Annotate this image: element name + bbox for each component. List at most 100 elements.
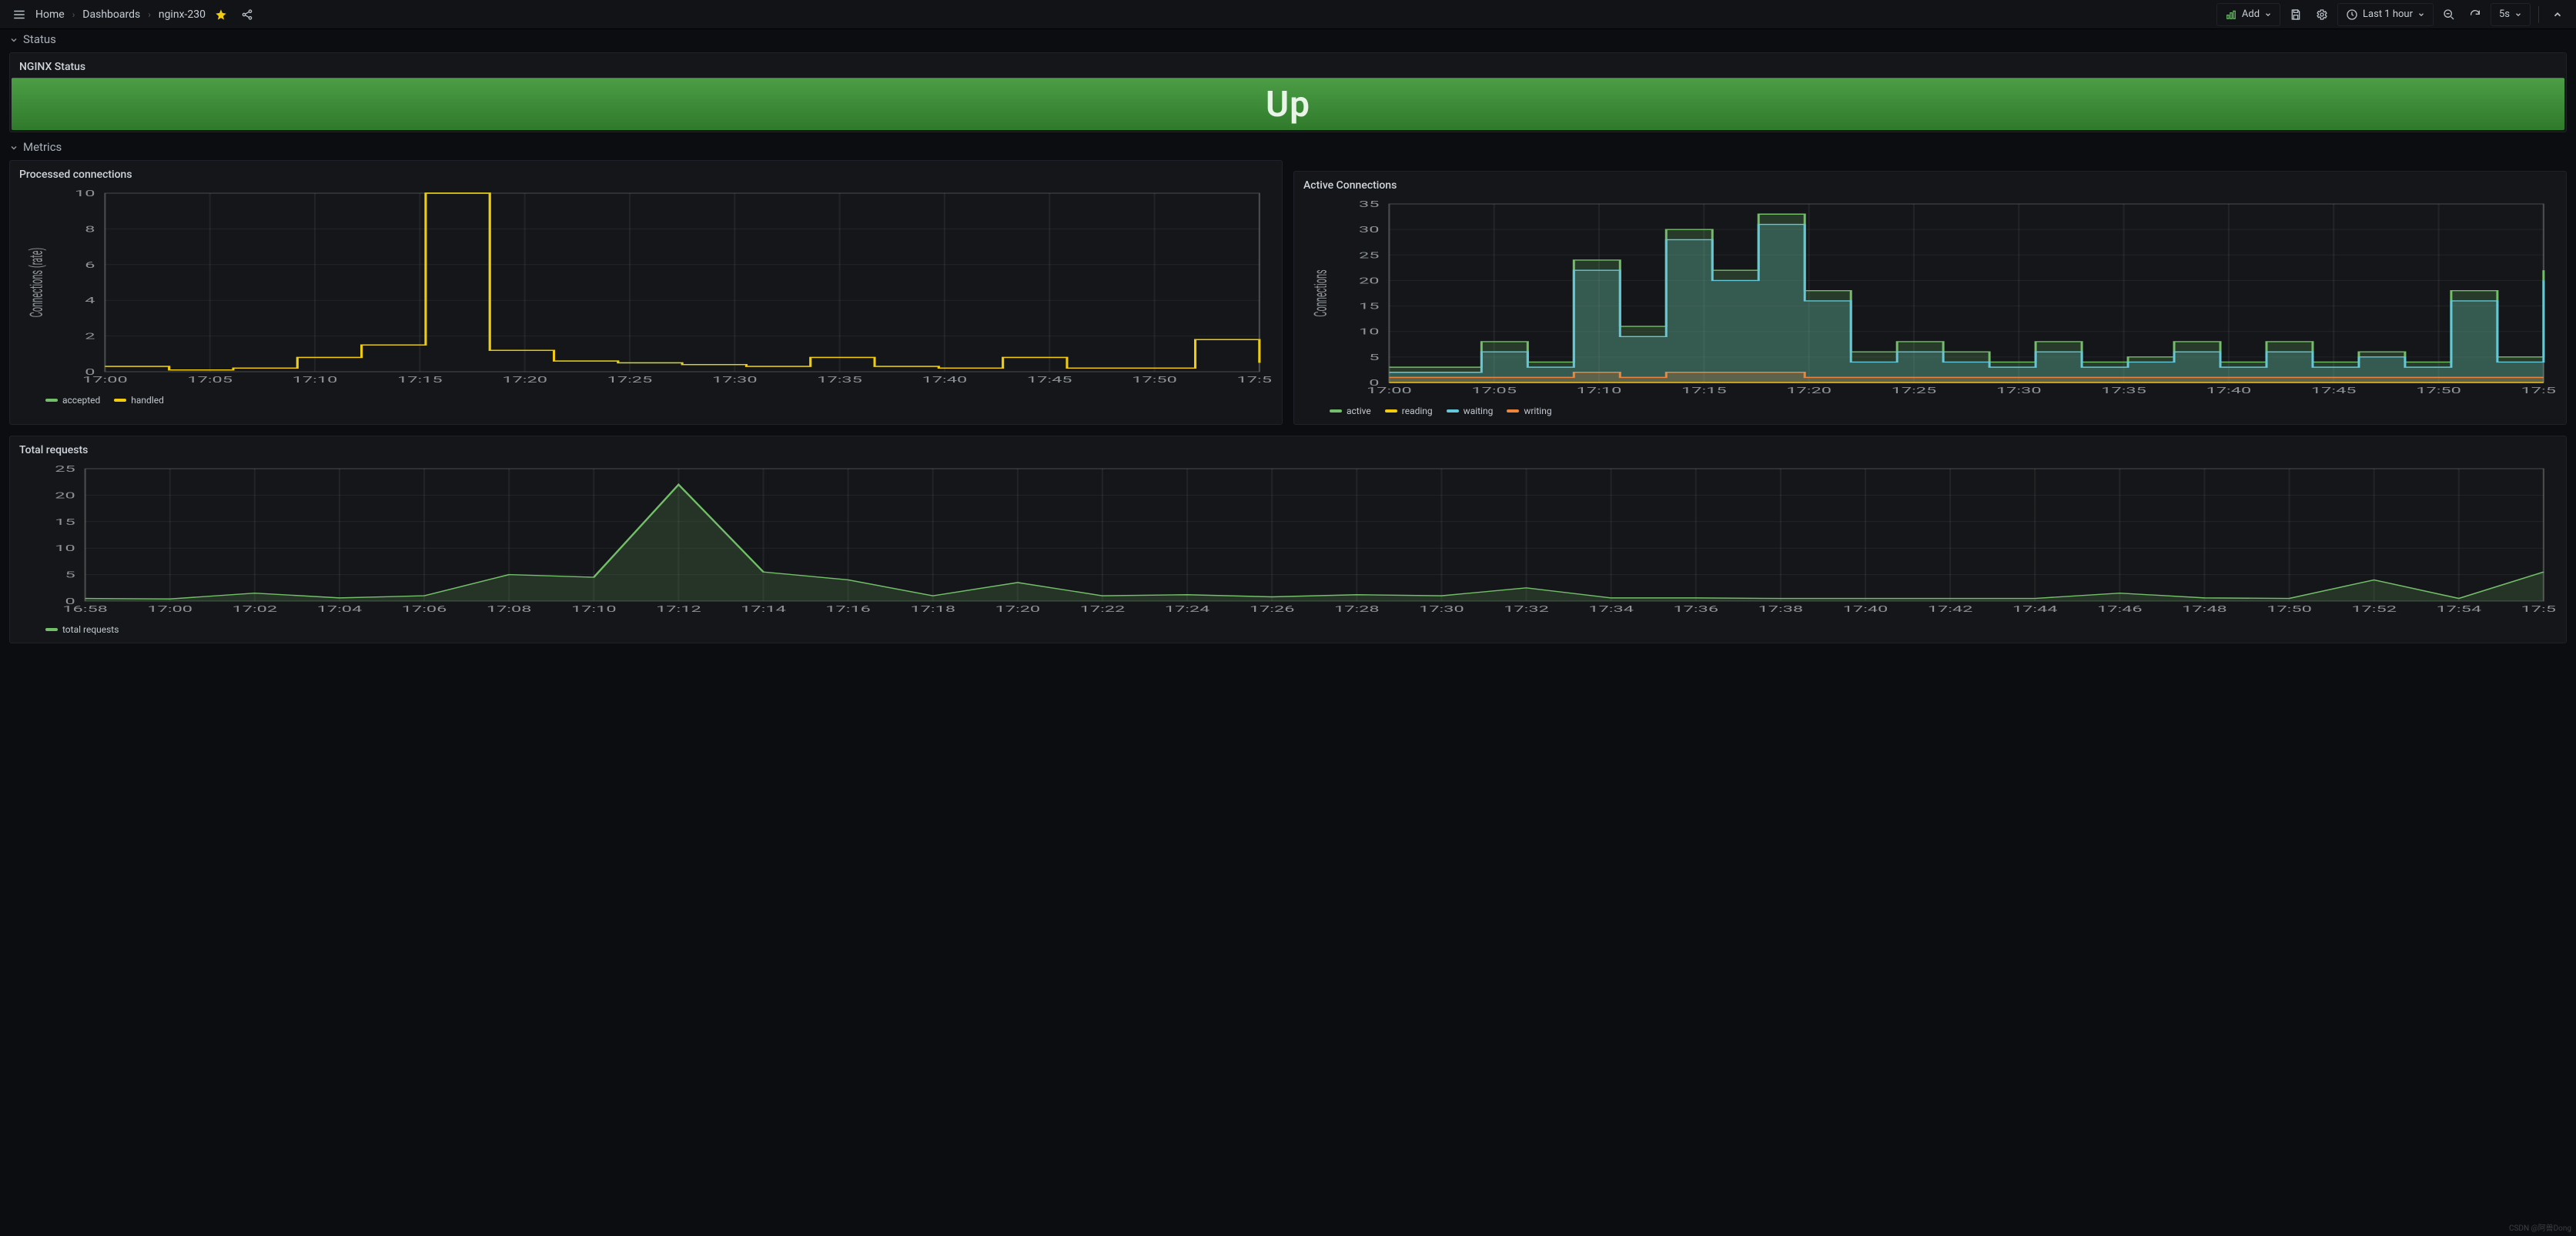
panel-total-requests: Total requests 051015202516:5817:0017:02… xyxy=(9,436,2567,643)
favorite-button[interactable] xyxy=(210,4,232,25)
menu-button[interactable] xyxy=(8,4,31,25)
share-button[interactable] xyxy=(236,4,258,25)
legend-item[interactable]: active xyxy=(1330,406,1371,416)
svg-text:17:28: 17:28 xyxy=(1334,604,1380,614)
crumb-home[interactable]: Home xyxy=(35,8,65,21)
svg-text:17:20: 17:20 xyxy=(995,604,1041,614)
svg-text:17:04: 17:04 xyxy=(317,604,363,614)
svg-text:17:25: 17:25 xyxy=(1892,386,1937,396)
active-connections-chart[interactable]: 0510152025303517:0017:0517:1017:1517:201… xyxy=(1303,199,2557,399)
panel-plus-icon xyxy=(2225,9,2237,20)
legend-label: waiting xyxy=(1464,406,1494,416)
svg-text:17:44: 17:44 xyxy=(2012,604,2058,614)
panel-title: Active Connections xyxy=(1294,172,2566,196)
svg-text:17:12: 17:12 xyxy=(656,604,701,614)
svg-text:8: 8 xyxy=(85,225,95,235)
svg-text:17:05: 17:05 xyxy=(187,375,233,385)
crumb-page[interactable]: nginx-230 xyxy=(159,8,206,21)
svg-text:17:30: 17:30 xyxy=(712,375,758,385)
time-range-picker[interactable]: Last 1 hour xyxy=(2337,3,2434,26)
svg-text:17:18: 17:18 xyxy=(910,604,955,614)
svg-text:17:26: 17:26 xyxy=(1250,604,1295,614)
legend-label: accepted xyxy=(62,395,100,406)
refresh-interval-picker[interactable]: 5s xyxy=(2491,3,2531,26)
svg-text:20: 20 xyxy=(1359,276,1379,286)
svg-text:2: 2 xyxy=(85,332,95,342)
row-status-label: Status xyxy=(23,32,56,46)
legend-item[interactable]: total requests xyxy=(45,624,119,635)
crumb-dashboards[interactable]: Dashboards xyxy=(82,8,140,21)
svg-text:17:24: 17:24 xyxy=(1165,604,1210,614)
legend: total requests xyxy=(10,623,2566,643)
refresh-interval-label: 5s xyxy=(2499,8,2510,20)
svg-text:17:55: 17:55 xyxy=(2521,386,2557,396)
legend: accepted handled xyxy=(10,393,1282,413)
svg-text:17:36: 17:36 xyxy=(1673,604,1718,614)
chevron-down-icon xyxy=(9,35,18,45)
svg-text:17:22: 17:22 xyxy=(1080,604,1126,614)
zoom-out-button[interactable] xyxy=(2438,4,2460,25)
add-panel-button[interactable]: Add xyxy=(2216,3,2280,26)
svg-text:17:00: 17:00 xyxy=(82,375,128,385)
chevron-up-icon xyxy=(2552,9,2563,20)
panel-title: NGINX Status xyxy=(10,53,2566,78)
total-requests-chart[interactable]: 051015202516:5817:0017:0217:0417:0617:08… xyxy=(19,464,2557,618)
save-dashboard-button[interactable] xyxy=(2285,4,2307,25)
star-icon xyxy=(215,8,227,21)
chevron-down-icon xyxy=(2514,11,2522,18)
legend-item[interactable]: writing xyxy=(1507,406,1551,416)
nginx-status-value: Up xyxy=(12,78,2564,130)
svg-text:17:40: 17:40 xyxy=(2206,386,2252,396)
legend-swatch xyxy=(1447,409,1459,413)
svg-text:17:45: 17:45 xyxy=(2311,386,2357,396)
svg-text:4: 4 xyxy=(85,296,95,306)
chevron-down-icon xyxy=(2264,11,2272,18)
hamburger-icon xyxy=(12,8,26,22)
row-metrics-header[interactable]: Metrics xyxy=(9,132,2567,160)
legend-label: reading xyxy=(1402,406,1433,416)
panel-active-connections: Active Connections 0510152025303517:0017… xyxy=(1293,171,2567,425)
svg-text:17:35: 17:35 xyxy=(817,375,862,385)
svg-text:25: 25 xyxy=(1359,251,1379,261)
svg-text:17:30: 17:30 xyxy=(1996,386,2042,396)
row-status-header[interactable]: Status xyxy=(9,29,2567,52)
breadcrumb: Home › Dashboards › nginx-230 xyxy=(35,8,206,21)
processed-connections-chart[interactable]: 024681017:0017:0517:1017:1517:2017:2517:… xyxy=(19,189,1273,389)
gear-icon xyxy=(2316,8,2328,21)
legend-swatch xyxy=(1507,409,1519,413)
legend-item[interactable]: waiting xyxy=(1447,406,1494,416)
legend-item[interactable]: handled xyxy=(114,395,164,406)
svg-text:17:30: 17:30 xyxy=(1419,604,1464,614)
svg-text:17:08: 17:08 xyxy=(487,604,532,614)
zoom-out-icon xyxy=(2443,8,2455,21)
settings-button[interactable] xyxy=(2311,4,2333,25)
kiosk-toggle-button[interactable] xyxy=(2547,4,2568,25)
watermark: CSDN @阿兽Dong xyxy=(2509,1221,2571,1233)
legend-item[interactable]: reading xyxy=(1385,406,1433,416)
legend-item[interactable]: accepted xyxy=(45,395,100,406)
svg-text:17:02: 17:02 xyxy=(233,604,278,614)
time-range-label: Last 1 hour xyxy=(2363,8,2413,20)
topbar: Home › Dashboards › nginx-230 Add xyxy=(0,0,2576,29)
legend-label: total requests xyxy=(62,624,119,635)
refresh-button[interactable] xyxy=(2464,4,2486,25)
svg-text:17:10: 17:10 xyxy=(1577,386,1622,396)
svg-text:17:32: 17:32 xyxy=(1504,604,1549,614)
panel-processed-connections: Processed connections 024681017:0017:051… xyxy=(9,160,1283,425)
svg-text:17:10: 17:10 xyxy=(293,375,338,385)
legend-label: handled xyxy=(131,395,164,406)
svg-text:17:54: 17:54 xyxy=(2436,604,2481,614)
save-icon xyxy=(2290,8,2302,21)
svg-text:17:48: 17:48 xyxy=(2182,604,2227,614)
panel-title: Processed connections xyxy=(10,161,1282,185)
legend-swatch xyxy=(114,399,126,402)
svg-text:6: 6 xyxy=(85,260,95,270)
divider xyxy=(2538,6,2539,23)
svg-text:16:58: 16:58 xyxy=(62,604,108,614)
svg-text:25: 25 xyxy=(55,464,75,474)
svg-text:17:40: 17:40 xyxy=(922,375,968,385)
svg-text:30: 30 xyxy=(1359,225,1379,236)
svg-text:17:00: 17:00 xyxy=(147,604,192,614)
chevron-right-icon: › xyxy=(148,9,151,20)
svg-text:17:55: 17:55 xyxy=(1237,375,1273,385)
